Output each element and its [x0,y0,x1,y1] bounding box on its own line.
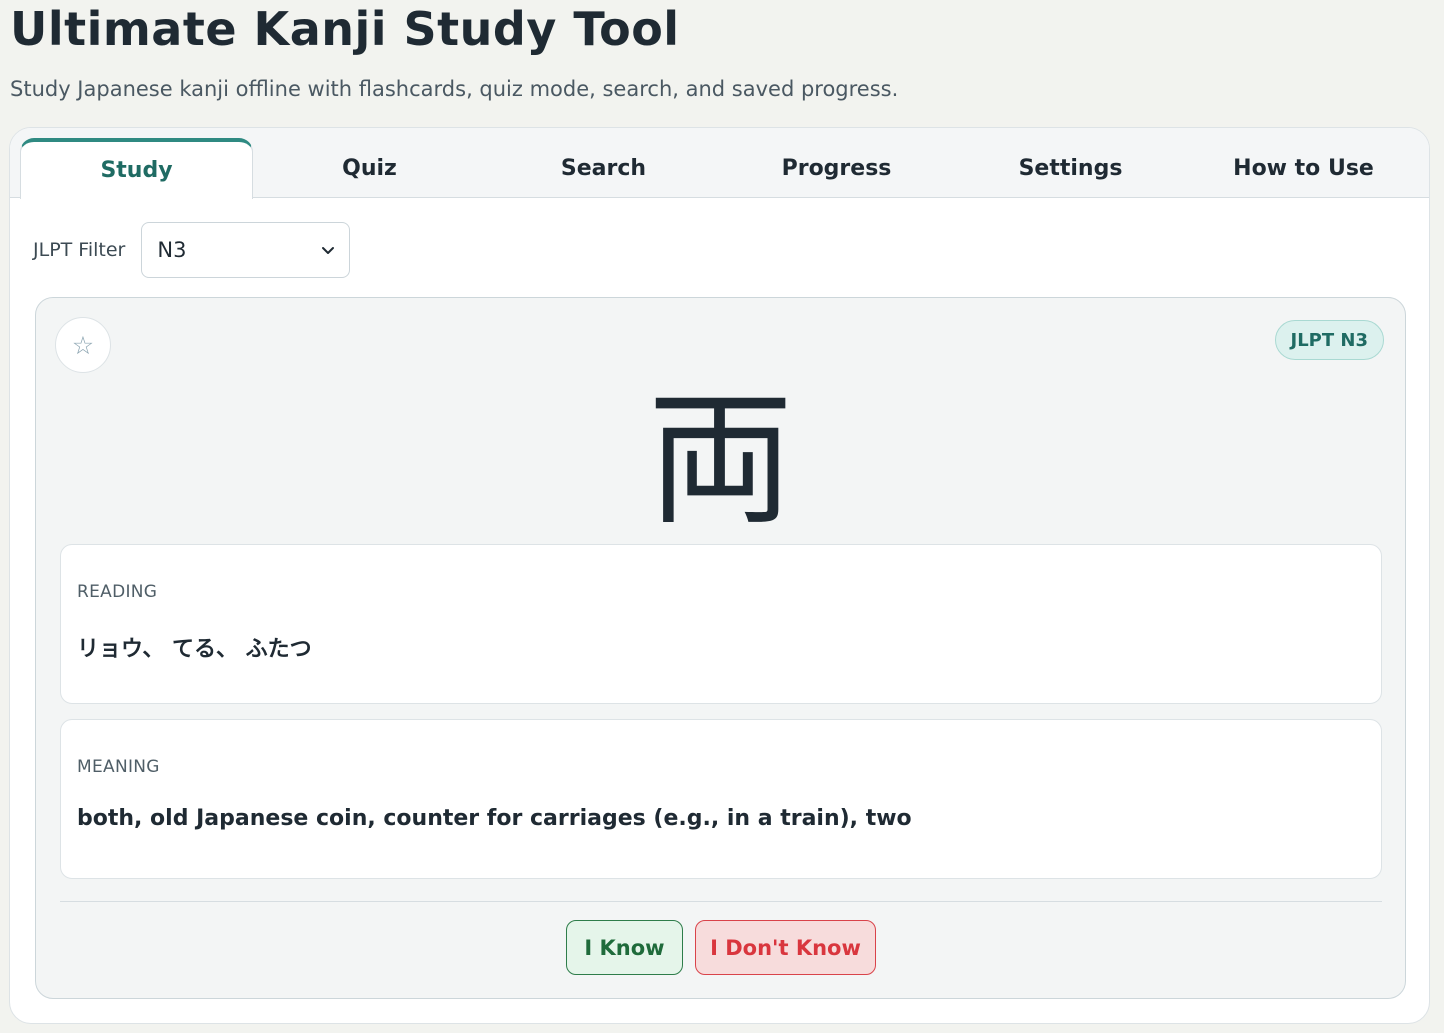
jlpt-filter-select[interactable]: N3 [141,222,351,278]
reading-value: リョウ、 てる、 ふたつ [77,637,312,662]
favorite-button[interactable]: ☆ [55,317,111,373]
meaning-label: MEANING [77,757,160,777]
i-know-button[interactable]: I Know [566,920,683,975]
meaning-value: both, old Japanese coin, counter for car… [77,806,912,831]
jlpt-level-badge: JLPT N3 [1274,320,1384,360]
tab-search[interactable]: Search [487,138,720,198]
card-divider [60,901,1382,902]
chevron-down-icon [322,247,335,254]
jlpt-filter-label: JLPT Filter [33,239,126,261]
i-dont-know-button[interactable]: I Don't Know [695,920,876,975]
flashcard: ☆ JLPT N3 両 READING リョウ、 てる、 ふたつ MEANING… [35,297,1406,999]
reading-label: READING [77,582,158,602]
app-subtitle: Study Japanese kanji offline with flashc… [10,77,899,101]
meaning-box: MEANING both, old Japanese coin, counter… [60,719,1382,879]
star-icon: ☆ [71,330,95,360]
tab-study[interactable]: Study [20,138,253,199]
jlpt-filter-value: N3 [157,238,187,262]
main-panel: Study Quiz Search Progress Settings How … [9,127,1430,1024]
tab-how-to-use[interactable]: How to Use [1187,138,1420,198]
jlpt-filter-row: JLPT Filter N3 [33,221,351,279]
tab-settings[interactable]: Settings [954,138,1187,198]
kanji-character: 両 [647,375,794,545]
reading-box: READING リョウ、 てる、 ふたつ [60,544,1382,704]
tab-bar: Study Quiz Search Progress Settings How … [10,128,1429,199]
tab-quiz[interactable]: Quiz [253,138,486,198]
tab-progress[interactable]: Progress [720,138,953,198]
app-title: Ultimate Kanji Study Tool [10,2,680,56]
